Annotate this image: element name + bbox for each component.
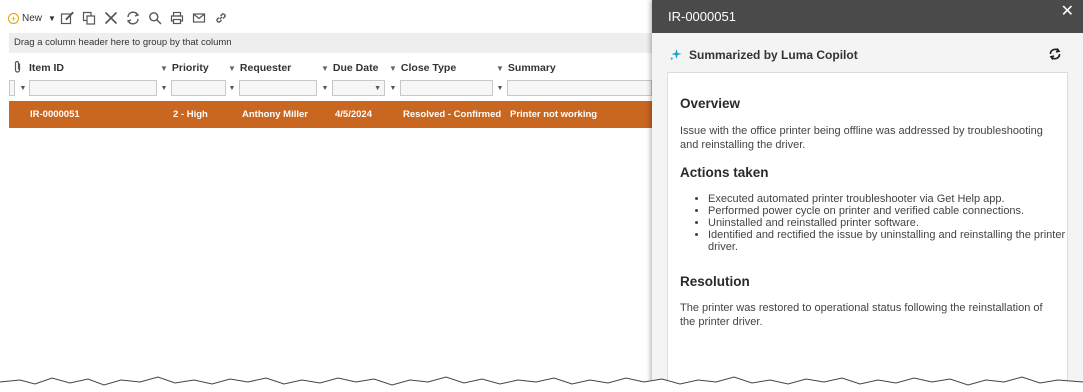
filter-icon[interactable]: ▼ xyxy=(228,64,236,73)
list-item: Performed power cycle on printer and ver… xyxy=(708,205,1068,217)
resolution-heading: Resolution xyxy=(680,274,750,289)
grid-area: + New ▼ Drag a column header here to gro… xyxy=(0,0,652,392)
column-header-requester[interactable]: ▼ Requester xyxy=(228,60,291,76)
column-header-label: Due Date xyxy=(332,62,379,74)
delete-icon[interactable] xyxy=(100,8,122,28)
group-by-bar[interactable]: Drag a column header here to group by th… xyxy=(9,33,652,53)
sparkle-icon xyxy=(669,48,682,61)
toolbar: + New ▼ xyxy=(8,8,232,28)
search-icon[interactable] xyxy=(144,8,166,28)
filter-icon[interactable]: ▼ xyxy=(321,64,329,73)
cell-priority[interactable]: 2 - High xyxy=(173,101,208,128)
chevron-down-icon[interactable]: ▼ xyxy=(48,14,56,23)
filter-icon[interactable]: ▼ xyxy=(227,80,237,96)
list-item: Executed automated printer troubleshoote… xyxy=(708,193,1068,205)
filter-icon[interactable]: ▼ xyxy=(389,64,397,73)
filter-icon[interactable]: ▼ xyxy=(159,80,169,96)
link-icon[interactable] xyxy=(210,8,232,28)
filter-icon[interactable]: ▼ xyxy=(495,80,505,96)
close-icon[interactable]: ✕ xyxy=(1061,4,1074,20)
cell-item-id[interactable]: IR-0000051 xyxy=(30,101,80,128)
filter-icon[interactable]: ▼ xyxy=(496,64,504,73)
column-header-label: Summary xyxy=(507,62,556,74)
new-button[interactable]: + New ▼ xyxy=(8,8,56,28)
print-icon[interactable] xyxy=(166,8,188,28)
copilot-header: Summarized by Luma Copilot xyxy=(652,44,1083,66)
filter-icon[interactable]: ▼ xyxy=(320,80,330,96)
column-header-label: Priority xyxy=(171,62,209,74)
filter-icon[interactable]: ▼ xyxy=(388,80,398,96)
resolution-text: The printer was restored to operational … xyxy=(680,302,1043,328)
actions-list: Executed automated printer troubleshoote… xyxy=(680,193,1068,253)
panel-header: IR-0000051 ✕ xyxy=(652,0,1083,33)
filter-input-attachment[interactable] xyxy=(9,80,15,96)
attachment-icon xyxy=(14,60,21,73)
torn-edge xyxy=(0,376,1083,392)
filter-input-close-type[interactable] xyxy=(400,80,493,96)
cell-due-date[interactable]: 4/5/2024 xyxy=(335,101,372,128)
column-header-label: Item ID xyxy=(29,62,65,74)
column-header-summary[interactable]: ▼ Summary xyxy=(496,60,556,76)
column-header-due-date[interactable]: ▼ Due Date xyxy=(321,60,378,76)
copilot-label: Summarized by Luma Copilot xyxy=(689,48,858,62)
summary-card: Overview Issue with the office printer b… xyxy=(667,72,1068,392)
filter-input-summary[interactable] xyxy=(507,80,652,96)
email-icon[interactable] xyxy=(188,8,210,28)
overview-heading: Overview xyxy=(680,96,741,111)
chevron-down-icon[interactable]: ▼ xyxy=(374,85,381,92)
summary-panel: IR-0000051 ✕ Summarized by Luma Copilot … xyxy=(652,0,1083,392)
edit-icon[interactable] xyxy=(56,8,78,28)
column-header-label: Close Type xyxy=(400,62,457,74)
column-header-item-id[interactable]: Item ID xyxy=(29,60,64,76)
filter-icon[interactable]: ▼ xyxy=(160,64,168,73)
refresh-icon[interactable] xyxy=(122,8,144,28)
filter-input-item-id[interactable] xyxy=(29,80,157,96)
new-button-label: New xyxy=(22,12,43,24)
column-header-priority[interactable]: ▼ Priority xyxy=(160,60,209,76)
overview-text: Issue with the office printer being offl… xyxy=(680,125,1043,151)
list-item: Identified and rectified the issue by un… xyxy=(708,229,1068,253)
cell-requester[interactable]: Anthony Miller xyxy=(242,101,308,128)
list-item: Uninstalled and reinstalled printer soft… xyxy=(708,217,1068,229)
cell-summary[interactable]: Printer not working xyxy=(510,101,597,128)
plus-icon: + xyxy=(8,12,19,24)
actions-heading: Actions taken xyxy=(680,165,769,180)
column-header-close-type[interactable]: ▼ Close Type xyxy=(389,60,456,76)
regenerate-icon[interactable] xyxy=(1048,47,1062,61)
cell-close-type[interactable]: Resolved - Confirmed xyxy=(403,101,501,128)
filter-input-due-date[interactable]: ▼ xyxy=(332,80,385,96)
column-header-label: Requester xyxy=(239,62,292,74)
filter-input-priority[interactable] xyxy=(171,80,226,96)
filter-input-requester[interactable] xyxy=(239,80,317,96)
filter-icon[interactable]: ▼ xyxy=(18,80,28,96)
panel-title: IR-0000051 xyxy=(668,9,736,24)
copy-icon[interactable] xyxy=(78,8,100,28)
